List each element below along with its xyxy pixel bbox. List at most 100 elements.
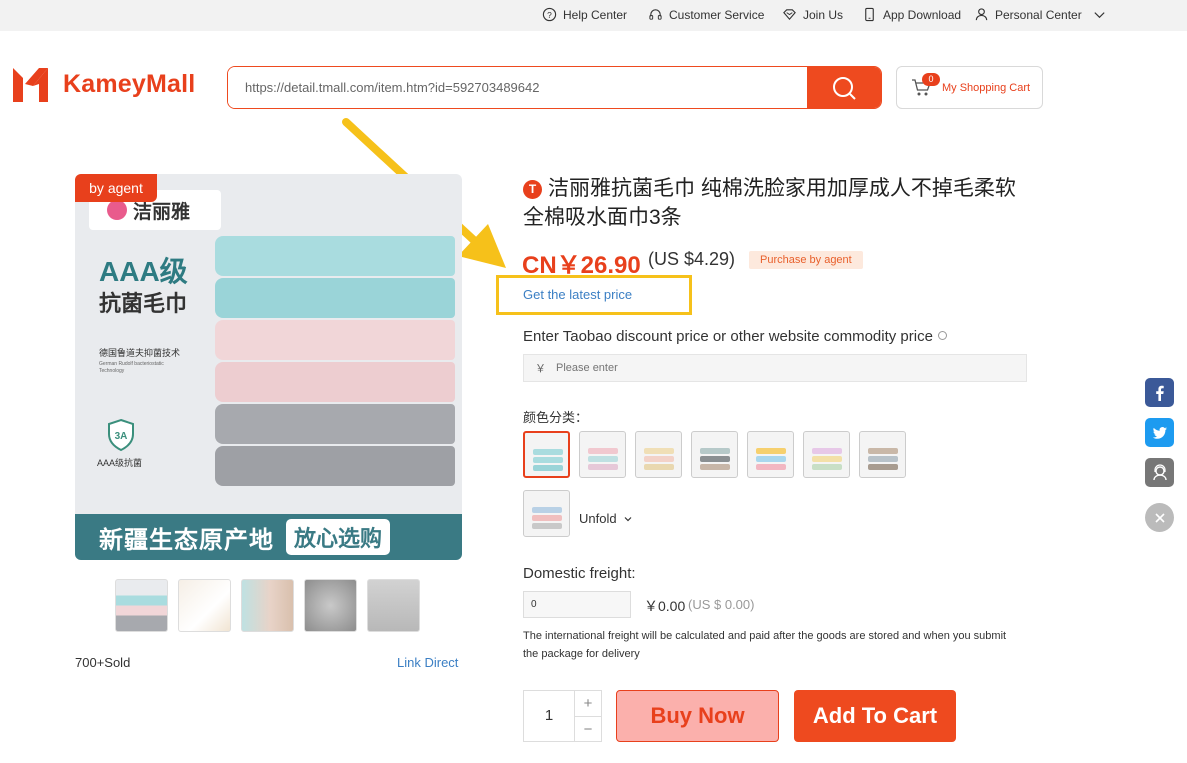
towel-pink-1 — [215, 320, 455, 360]
diamond-icon — [783, 9, 796, 21]
search-icon — [833, 76, 856, 100]
user-icon — [975, 8, 988, 21]
brand-flower-icon — [107, 200, 127, 220]
close-icon — [1154, 512, 1165, 523]
discount-price-input[interactable] — [556, 362, 956, 374]
color-swatch[interactable] — [523, 490, 570, 537]
customer-service-label: Customer Service — [669, 7, 765, 22]
svg-text:?: ? — [547, 10, 552, 20]
image-banner: 新疆生态原产地 放心选购 — [75, 514, 462, 560]
unfold-button[interactable]: Unfold — [579, 511, 633, 526]
towel-mint-1 — [215, 236, 455, 276]
color-swatch[interactable] — [747, 431, 794, 478]
banner-left-text: 新疆生态原产地 — [99, 526, 274, 554]
thumbnail[interactable] — [304, 579, 357, 632]
purchase-by-agent-badge: Purchase by agent — [749, 251, 863, 269]
close-side-bar-button[interactable] — [1145, 503, 1174, 532]
quantity-value[interactable]: 1 — [524, 691, 575, 741]
headset-icon — [649, 9, 662, 20]
get-latest-price-link[interactable]: Get the latest price — [523, 287, 632, 302]
quantity-stepper: 1 + − — [523, 690, 602, 742]
app-download-label: App Download — [883, 7, 962, 22]
thumbnail[interactable] — [241, 579, 294, 632]
tech-en-text: German Rudolf bacteriostatic Technology — [99, 361, 164, 374]
discount-price-field: ￥ — [523, 354, 1027, 382]
support-agent-icon — [1152, 463, 1167, 480]
towel-grey-2 — [215, 446, 455, 486]
quantity-controls: + − — [575, 691, 601, 741]
cart-count-badge: 0 — [922, 73, 940, 86]
customer-service-side-button[interactable] — [1145, 458, 1174, 487]
thumbnail[interactable] — [115, 579, 168, 632]
buy-now-button[interactable]: Buy Now — [616, 690, 779, 742]
help-icon[interactable] — [937, 331, 947, 340]
by-agent-tag: by agent — [75, 174, 157, 202]
thumbnail[interactable] — [367, 579, 420, 632]
product-title: T 洁丽雅抗菌毛巾 纯棉洗脸家用加厚成人不掉毛柔软全棉吸水面巾3条 — [523, 174, 1023, 232]
tmall-icon: T — [523, 180, 542, 199]
twitter-icon — [1152, 426, 1167, 439]
search-input[interactable] — [228, 67, 807, 108]
thumbnail[interactable] — [178, 579, 231, 632]
aaa-subheading: 抗菌毛巾 — [99, 291, 188, 316]
join-us-label: Join Us — [803, 7, 844, 22]
color-swatch[interactable] — [635, 431, 682, 478]
product-title-text: 洁丽雅抗菌毛巾 纯棉洗脸家用加厚成人不掉毛柔软全棉吸水面巾3条 — [523, 177, 1016, 229]
product-main-image[interactable]: 洁丽雅 AAA级 抗菌毛巾 德国鲁道夫抑菌技术 German Rudolf ba… — [75, 174, 462, 560]
yen-symbol: ￥ — [535, 363, 546, 375]
sold-count: 700+Sold — [75, 655, 131, 670]
freight-cny: ￥0.00 — [644, 598, 686, 614]
discount-label-text: Enter Taobao discount price or other web… — [523, 328, 933, 345]
add-to-cart-button[interactable]: Add To Cart — [794, 690, 956, 742]
phone-icon — [865, 7, 874, 22]
aaa-heading: AAA级 — [99, 256, 188, 287]
shield-3a-icon: 3A — [108, 418, 134, 452]
color-swatch[interactable] — [579, 431, 626, 478]
customer-service-link[interactable]: Customer Service — [648, 7, 764, 22]
thumbnail-strip — [115, 579, 420, 632]
site-logo[interactable]: KameyMall — [11, 64, 195, 104]
unfold-label: Unfold — [579, 511, 617, 526]
towel-mint-2 — [215, 278, 455, 318]
quantity-decrement-button[interactable]: − — [575, 716, 601, 742]
towel-pink-2 — [215, 362, 455, 402]
color-swatch[interactable] — [691, 431, 738, 478]
shield-3a-text: 3A — [115, 431, 128, 442]
color-swatch[interactable] — [523, 431, 570, 478]
kameymall-logo-icon — [13, 68, 48, 102]
quantity-increment-button[interactable]: + — [575, 691, 601, 716]
shield-label: AAA级抗菌 — [97, 458, 143, 468]
question-circle-icon: ? — [542, 7, 557, 22]
domestic-freight-input[interactable] — [523, 591, 631, 618]
cart-label: My Shopping Cart — [942, 82, 1031, 94]
twitter-share-button[interactable] — [1145, 418, 1174, 447]
price-cny: CN￥26.90 — [522, 252, 641, 279]
join-us-link[interactable]: Join Us — [782, 7, 843, 22]
color-swatch-list — [523, 431, 906, 478]
color-category-label: 颜色分类： — [523, 410, 589, 425]
search-bar — [227, 66, 882, 109]
freight-usd: (US $ 0.00) — [688, 597, 755, 612]
help-center-label: Help Center — [563, 7, 628, 22]
shopping-cart-button[interactable]: 0 My Shopping Cart — [896, 66, 1043, 109]
app-download-link[interactable]: App Download — [862, 7, 961, 22]
discount-price-label: Enter Taobao discount price or other web… — [523, 328, 947, 345]
help-center-link[interactable]: ? Help Center — [542, 7, 627, 22]
link-direct[interactable]: Link Direct — [397, 655, 458, 670]
personal-center-menu[interactable]: Personal Center — [974, 7, 1107, 22]
towel-grey-1 — [215, 404, 455, 444]
tech-text: 德国鲁道夫抑菌技术 — [99, 348, 181, 358]
color-swatch[interactable] — [803, 431, 850, 478]
freight-note: The international freight will be calcul… — [523, 630, 1007, 660]
color-swatch[interactable] — [859, 431, 906, 478]
domestic-freight-label: Domestic freight: — [523, 565, 636, 582]
chevron-down-icon — [624, 516, 632, 521]
logo-text: KameyMall — [63, 69, 196, 98]
price-usd: (US $4.29) — [648, 249, 736, 269]
facebook-icon — [1155, 385, 1164, 401]
facebook-share-button[interactable] — [1145, 378, 1174, 407]
top-bar: ? Help Center Customer Service Join Us A… — [0, 0, 1187, 31]
banner-right-text: 放心选购 — [286, 519, 391, 555]
search-button[interactable] — [807, 67, 881, 108]
chevron-down-icon — [1094, 12, 1105, 19]
